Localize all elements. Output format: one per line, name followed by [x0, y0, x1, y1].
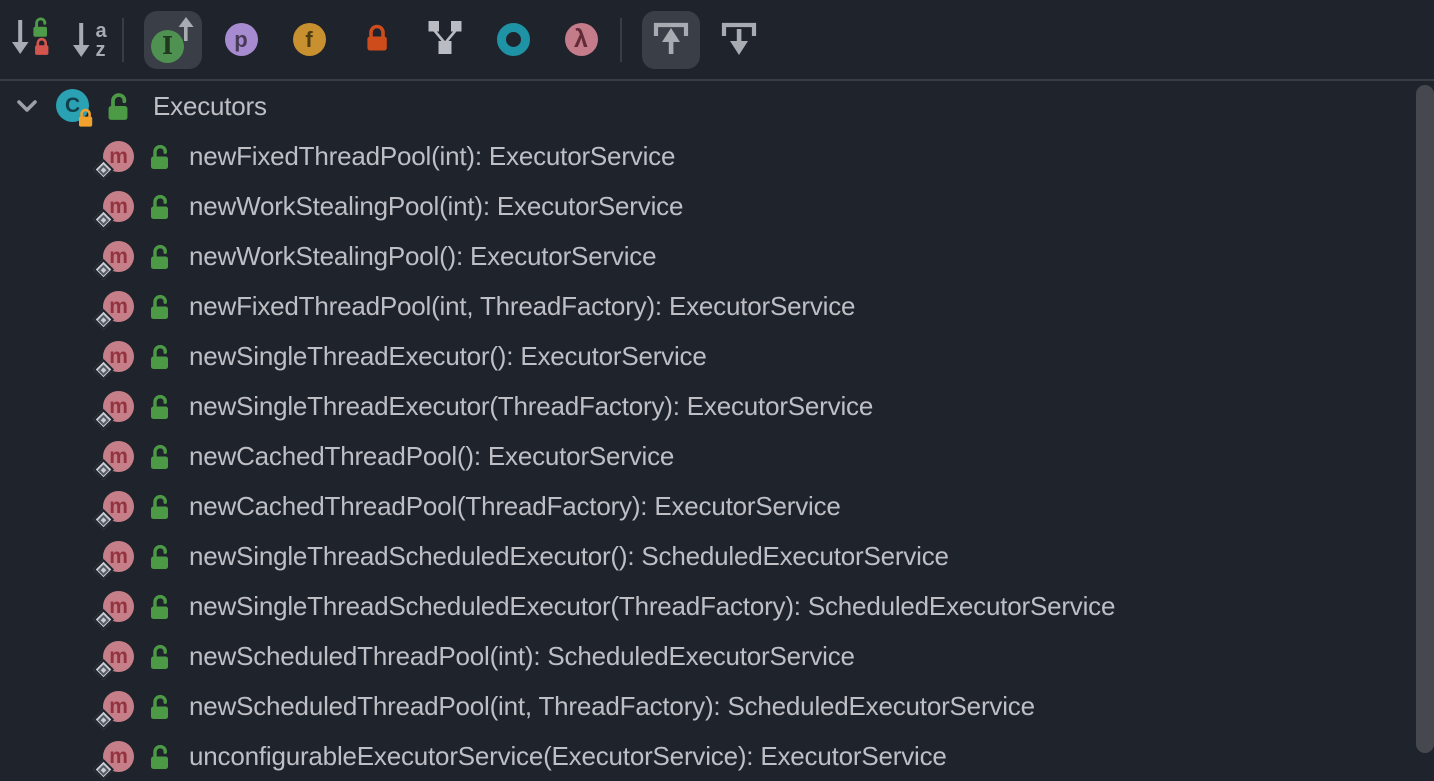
- sort-alpha-a-glyph: a: [95, 21, 106, 40]
- tree-row-method[interactable]: m newCachedThreadPool(ThreadFactory): Ex…: [0, 481, 1434, 531]
- method-signature-label: newCachedThreadPool(ThreadFactory): Exec…: [189, 491, 841, 522]
- method-icon: m: [103, 691, 134, 722]
- final-padlock-icon: [77, 107, 95, 128]
- class-name-label: Executors: [153, 91, 267, 122]
- show-objects-button[interactable]: [484, 11, 542, 69]
- method-icon: m: [103, 541, 134, 572]
- public-lock-icon: [148, 643, 171, 670]
- tree-row-method[interactable]: m newWorkStealingPool(): ExecutorService: [0, 231, 1434, 281]
- lambda-icon: λ: [565, 23, 598, 56]
- method-icon: m: [103, 341, 134, 372]
- tree-row-method[interactable]: m newScheduledThreadPool(int): Scheduled…: [0, 631, 1434, 681]
- show-lambdas-button[interactable]: λ: [552, 11, 610, 69]
- tree-row-method[interactable]: m unconfigurableExecutorService(Executor…: [0, 731, 1434, 781]
- public-lock-icon: [148, 743, 171, 770]
- toolbar-separator: [122, 18, 124, 62]
- show-anonymous-classes-button[interactable]: [416, 11, 474, 69]
- autoscroll-from-source-icon: [717, 15, 761, 64]
- method-icon: m: [103, 241, 134, 272]
- method-icon: m: [103, 641, 134, 672]
- method-signature-label: newSingleThreadScheduledExecutor(ThreadF…: [189, 591, 1115, 622]
- method-icon: m: [103, 141, 134, 172]
- chevron-down-icon[interactable]: [10, 89, 44, 123]
- show-inherited-icon: I: [151, 17, 195, 63]
- sort-by-visibility-icon: [10, 15, 56, 64]
- vertical-scrollbar-thumb[interactable]: [1416, 85, 1434, 753]
- tree-row-method[interactable]: m newFixedThreadPool(int, ThreadFactory)…: [0, 281, 1434, 331]
- tree-row-method[interactable]: m newWorkStealingPool(int): ExecutorServ…: [0, 181, 1434, 231]
- show-properties-button[interactable]: p: [212, 11, 270, 69]
- method-signature-label: newWorkStealingPool(int): ExecutorServic…: [189, 191, 683, 222]
- show-non-public-button[interactable]: [348, 11, 406, 69]
- class-icon: C: [56, 89, 90, 123]
- method-icon: m: [103, 741, 134, 772]
- public-lock-icon: [148, 193, 171, 220]
- method-icon: m: [103, 191, 134, 222]
- method-signature-label: newFixedThreadPool(int): ExecutorService: [189, 141, 675, 172]
- public-lock-icon: [148, 143, 171, 170]
- sort-by-visibility-button[interactable]: [10, 11, 56, 69]
- method-icon: m: [103, 491, 134, 522]
- autoscroll-from-source-button[interactable]: [710, 11, 768, 69]
- public-lock-icon: [148, 293, 171, 320]
- structure-tree: C Executors m newFixedThreadPool(int): E…: [0, 81, 1434, 781]
- tree-row-method[interactable]: m newSingleThreadScheduledExecutor(): Sc…: [0, 531, 1434, 581]
- method-signature-label: newCachedThreadPool(): ExecutorService: [189, 441, 674, 472]
- sort-alphabetically-button[interactable]: a z: [66, 11, 112, 69]
- public-lock-icon: [148, 393, 171, 420]
- tree-row-method[interactable]: m newScheduledThreadPool(int, ThreadFact…: [0, 681, 1434, 731]
- objects-donut-icon: [497, 23, 530, 56]
- autoscroll-to-source-icon: [649, 15, 693, 64]
- tree-row-method[interactable]: m newFixedThreadPool(int): ExecutorServi…: [0, 131, 1434, 181]
- show-properties-icon: p: [225, 23, 258, 56]
- method-signature-label: newWorkStealingPool(): ExecutorService: [189, 241, 656, 272]
- method-signature-label: newSingleThreadExecutor(): ExecutorServi…: [189, 341, 707, 372]
- method-signature-label: newSingleThreadExecutor(ThreadFactory): …: [189, 391, 873, 422]
- method-icon: m: [103, 591, 134, 622]
- public-lock-icon: [148, 543, 171, 570]
- anonymous-classes-icon: [427, 19, 463, 61]
- up-arrow-overlay: [175, 15, 197, 45]
- public-lock-icon: [105, 91, 131, 121]
- show-inherited-button[interactable]: I: [144, 11, 202, 69]
- sort-alpha-z-glyph: z: [95, 40, 106, 59]
- method-icon: m: [103, 441, 134, 472]
- show-fields-button[interactable]: f: [280, 11, 338, 69]
- public-lock-icon: [148, 693, 171, 720]
- tree-row-method[interactable]: m newSingleThreadExecutor(ThreadFactory)…: [0, 381, 1434, 431]
- tree-row-method[interactable]: m newSingleThreadScheduledExecutor(Threa…: [0, 581, 1434, 631]
- public-lock-icon: [148, 493, 171, 520]
- show-fields-icon: f: [293, 23, 326, 56]
- sort-alphabetically-icon: a z: [71, 18, 106, 62]
- autoscroll-to-source-button[interactable]: [642, 11, 700, 69]
- toolbar-separator: [620, 18, 622, 62]
- method-signature-label: newSingleThreadScheduledExecutor(): Sche…: [189, 541, 949, 572]
- method-icon: m: [103, 391, 134, 422]
- method-signature-label: newFixedThreadPool(int, ThreadFactory): …: [189, 291, 855, 322]
- public-lock-icon: [148, 443, 171, 470]
- public-lock-icon: [148, 593, 171, 620]
- method-signature-label: newScheduledThreadPool(int, ThreadFactor…: [189, 691, 1035, 722]
- tree-row-method[interactable]: m newCachedThreadPool(): ExecutorService: [0, 431, 1434, 481]
- tree-row-class[interactable]: C Executors: [0, 81, 1434, 131]
- method-signature-label: unconfigurableExecutorService(ExecutorSe…: [189, 741, 947, 772]
- method-signature-label: newScheduledThreadPool(int): ScheduledEx…: [189, 641, 855, 672]
- public-lock-icon: [148, 243, 171, 270]
- structure-toolbar: a z I p f: [0, 0, 1434, 81]
- public-lock-icon: [148, 343, 171, 370]
- red-lock-icon: [364, 22, 390, 58]
- method-icon: m: [103, 291, 134, 322]
- tree-row-method[interactable]: m newSingleThreadExecutor(): ExecutorSer…: [0, 331, 1434, 381]
